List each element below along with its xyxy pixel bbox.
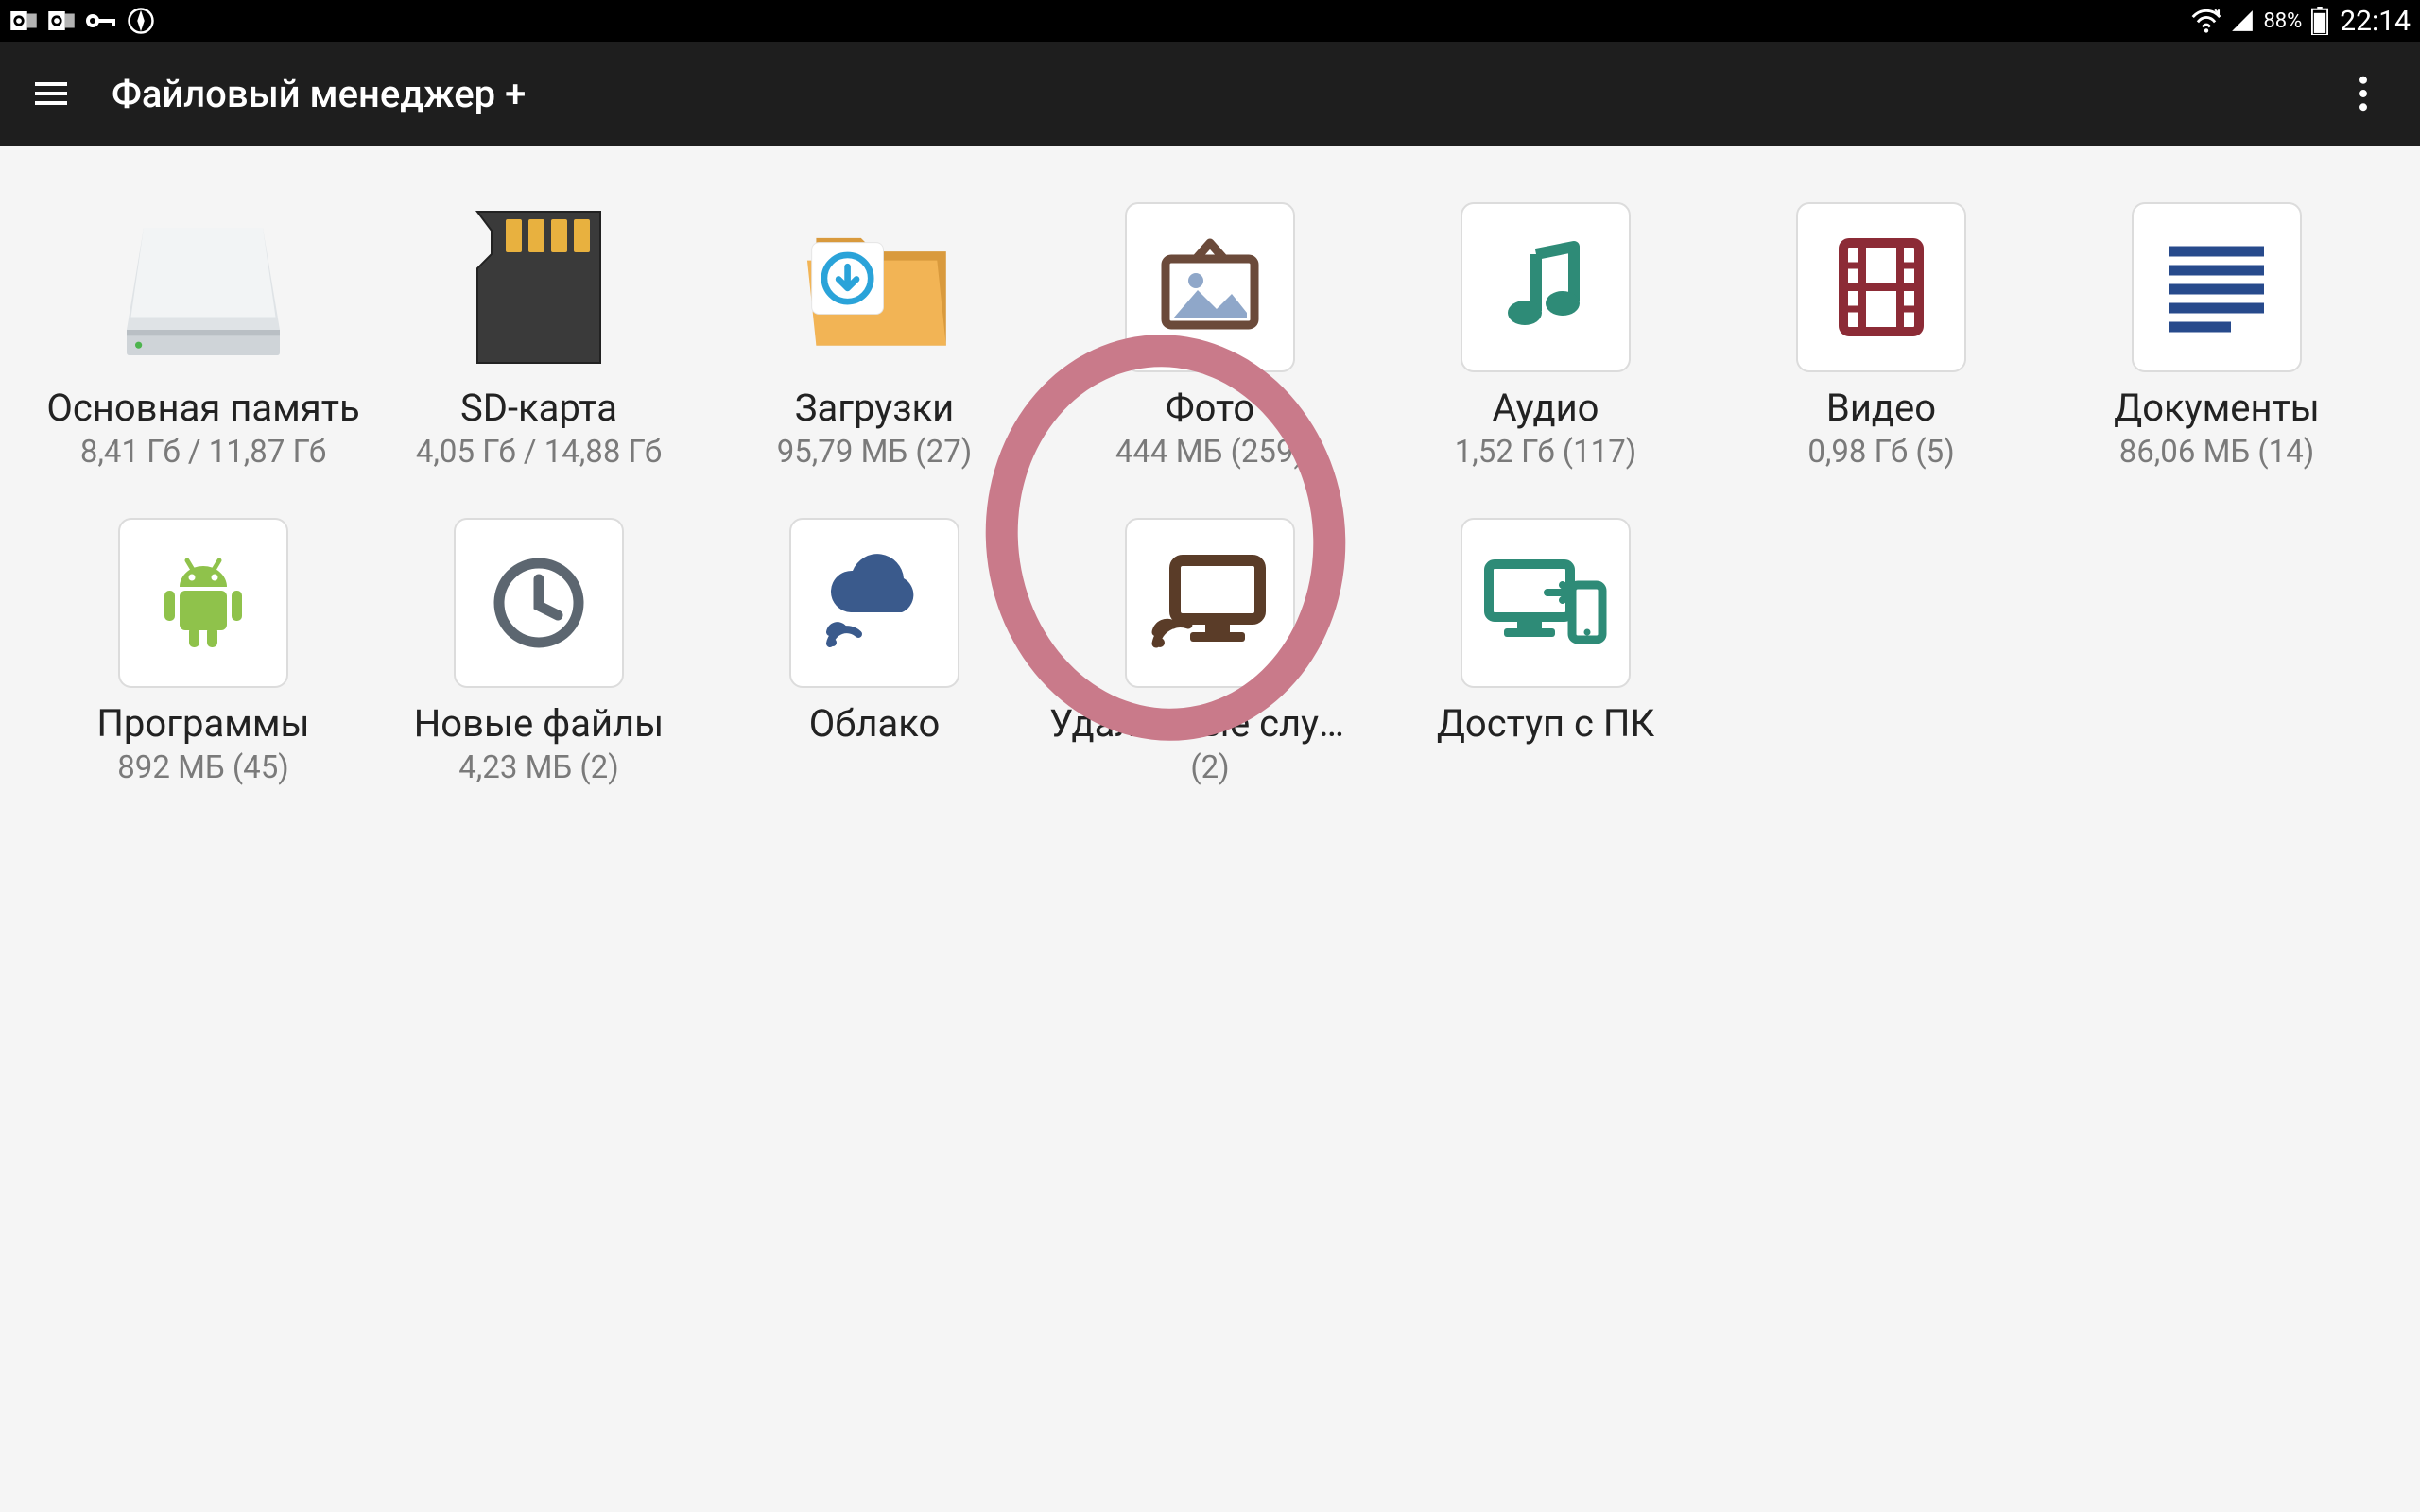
compass-icon — [127, 7, 155, 35]
tile-downloads[interactable]: Загрузки 95,79 МБ (27) — [707, 202, 1043, 471]
remote-monitor-icon — [1125, 518, 1295, 688]
app-bar: Файловый менеджер + — [0, 42, 2420, 146]
android-apps-icon — [118, 518, 288, 688]
tile-label: Новые файлы — [414, 701, 664, 746]
internal-storage-icon — [118, 202, 288, 372]
downloads-folder-icon — [789, 202, 959, 372]
tile-label: Документы — [2114, 386, 2320, 430]
audio-icon — [1461, 202, 1631, 372]
more-options-button[interactable] — [2344, 71, 2382, 116]
tile-cloud[interactable]: Облако — [707, 518, 1043, 786]
tile-sub: 892 МБ (45) — [117, 749, 289, 786]
tile-sub: 86,06 МБ (14) — [2119, 434, 2315, 471]
tile-sub: 95,79 МБ (27) — [777, 434, 973, 471]
key-icon — [85, 11, 117, 30]
clock-icon — [454, 518, 624, 688]
tile-label: Облако — [809, 701, 941, 746]
tile-sub: 1,52 Гб (117) — [1455, 434, 1636, 471]
tile-label: Программы — [96, 701, 309, 746]
tile-label: SD-карта — [460, 386, 617, 430]
tile-new-files[interactable]: Новые файлы 4,23 МБ (2) — [372, 518, 707, 786]
tile-remote-services[interactable]: Удаленные служ… (2) — [1043, 518, 1378, 786]
tile-sub: 4,05 Гб / 14,88 Гб — [416, 434, 662, 471]
tile-sub: 444 МБ (259) — [1115, 434, 1305, 471]
video-icon — [1796, 202, 1966, 372]
outlook-icon-2 — [47, 7, 76, 35]
tile-label: Доступ с ПК — [1437, 701, 1654, 746]
outlook-icon — [9, 7, 38, 35]
tile-video[interactable]: Видео 0,98 Гб (5) — [1714, 202, 2049, 471]
battery-percent-text: 88% — [2263, 9, 2302, 33]
tile-label: Видео — [1826, 386, 1936, 430]
clock-text: 22:14 — [2340, 5, 2411, 38]
tile-documents[interactable]: Документы 86,06 МБ (14) — [2049, 202, 2385, 471]
cloud-icon — [789, 518, 959, 688]
content-area: Основная память 8,41 Гб / 11,87 Гб SD-ка… — [0, 146, 2420, 1512]
tile-label: Аудио — [1493, 386, 1599, 430]
tile-audio[interactable]: Аудио 1,52 Гб (117) — [1378, 202, 1714, 471]
status-left — [9, 7, 155, 35]
tile-apps[interactable]: Программы 892 МБ (45) — [36, 518, 372, 786]
documents-icon — [2132, 202, 2302, 372]
tile-sd-card[interactable]: SD-карта 4,05 Гб / 14,88 Гб — [372, 202, 707, 471]
status-right: 88% 22:14 — [2191, 5, 2411, 38]
tile-label: Фото — [1166, 386, 1255, 430]
photos-icon — [1125, 202, 1295, 372]
tile-label: Загрузки — [795, 386, 955, 430]
status-bar: 88% 22:14 — [0, 0, 2420, 42]
app-title: Файловый менеджер + — [112, 72, 526, 116]
tile-pc-access[interactable]: Доступ с ПК — [1378, 518, 1714, 786]
tile-label: Удаленные служ… — [1049, 701, 1371, 746]
tile-sub: 0,98 Гб (5) — [1807, 434, 1954, 471]
tile-photos[interactable]: Фото 444 МБ (259) — [1043, 202, 1378, 471]
tile-sub: 8,41 Гб / 11,87 Гб — [80, 434, 326, 471]
wifi-icon — [2191, 9, 2221, 33]
battery-icon — [2311, 7, 2328, 35]
category-grid: Основная память 8,41 Гб / 11,87 Гб SD-ка… — [0, 202, 2420, 786]
hamburger-menu-button[interactable] — [28, 71, 74, 116]
tile-label: Основная память — [46, 386, 359, 430]
tile-internal-storage[interactable]: Основная память 8,41 Гб / 11,87 Гб — [36, 202, 372, 471]
tile-sub: 4,23 МБ (2) — [458, 749, 618, 786]
pc-access-icon — [1461, 518, 1631, 688]
tile-sub: (2) — [1190, 749, 1229, 786]
cell-signal-icon — [2229, 9, 2256, 33]
sd-card-icon — [454, 202, 624, 372]
